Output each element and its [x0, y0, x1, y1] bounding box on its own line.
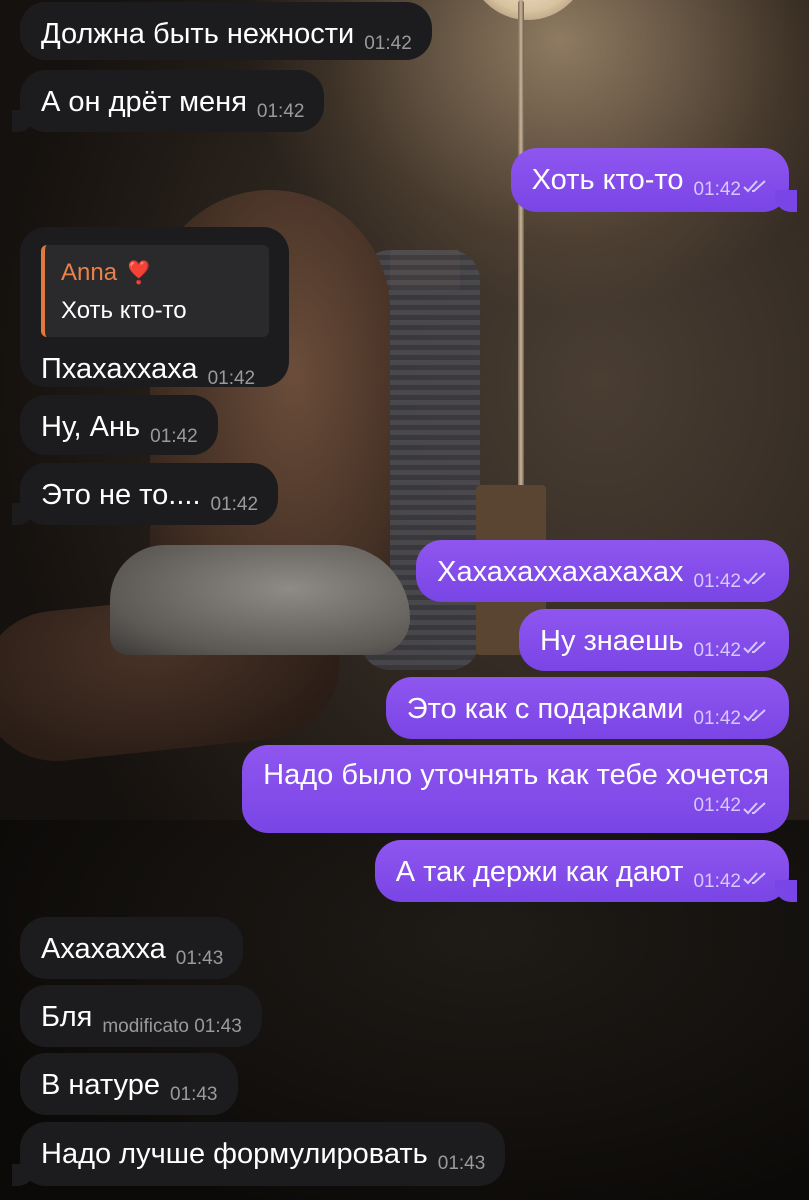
reply-author: Anna — [61, 259, 118, 286]
double-check-icon — [743, 801, 769, 815]
message-time: 01:42 — [693, 571, 741, 592]
message-time: 01:42 — [256, 101, 305, 122]
reply-quote[interactable]: Anna ❣️ Хоть кто-то — [41, 245, 269, 337]
lamp-light — [468, 0, 588, 20]
message-time: 01:42 — [693, 795, 741, 816]
message-outgoing[interactable]: А так держи как дают 01:42 — [374, 840, 798, 902]
message-time: 01:42 — [210, 494, 259, 515]
message-outgoing[interactable]: Надо было уточнять как тебе хочется 01:4… — [242, 745, 789, 833]
reply-text: Хоть кто-то — [61, 297, 187, 324]
message-time: 01:42 — [693, 708, 741, 729]
message-incoming[interactable]: Anna ❣️ Хоть кто-то Пхахаххаха 01:42 — [20, 227, 289, 389]
message-incoming[interactable]: Бля modificato 01:43 — [20, 985, 262, 1047]
message-meta: modificato 01:43 — [102, 1016, 241, 1037]
towel — [110, 545, 410, 655]
message-outgoing[interactable]: Хоть кто-то 01:42 — [510, 148, 798, 212]
message-text: Хоть кто-то — [531, 164, 684, 196]
message-incoming[interactable]: Должна быть нежности 01:42 — [20, 2, 432, 60]
message-time: 01:43 — [194, 1016, 242, 1037]
message-incoming[interactable]: Надо лучше формулировать 01:43 — [11, 1122, 506, 1186]
double-check-icon — [743, 179, 769, 193]
message-time: 01:42 — [150, 426, 198, 447]
message-text: Ну, Ань — [41, 411, 141, 443]
message-outgoing[interactable]: Хахахаххахахахах 01:42 — [416, 540, 789, 602]
message-outgoing[interactable]: Ну знаешь 01:42 — [519, 609, 789, 671]
message-text: Надо лучше формулировать — [41, 1138, 428, 1170]
heart-exclamation-icon: ❣️ — [125, 260, 153, 285]
message-text: Это как с подарками — [406, 693, 684, 725]
message-text: Пхахаххаха — [41, 353, 198, 385]
message-time: 01:42 — [693, 871, 741, 892]
message-text: А он дрёт меня — [41, 86, 247, 118]
message-incoming[interactable]: Ну, Ань 01:42 — [20, 395, 218, 455]
lamp-pole — [518, 0, 524, 520]
message-text: Должна быть нежности — [41, 18, 355, 50]
message-incoming[interactable]: Это не то.... 01:42 — [11, 463, 279, 525]
message-time: 01:42 — [364, 33, 412, 54]
double-check-icon — [743, 640, 769, 654]
message-text: Надо было уточнять как тебе хочется — [263, 759, 769, 791]
edited-label: modificato — [102, 1016, 189, 1037]
message-time: 01:42 — [207, 368, 256, 389]
message-time: 01:43 — [169, 1084, 218, 1105]
message-text: Это не то.... — [41, 479, 201, 511]
double-check-icon — [743, 571, 769, 585]
message-text: В натуре — [41, 1069, 160, 1101]
message-text: Бля — [41, 1001, 93, 1033]
message-meta: 01:42 — [263, 795, 769, 817]
message-time: 01:42 — [693, 179, 741, 200]
message-text: Ахахахха — [41, 933, 166, 965]
message-time: 01:42 — [693, 640, 741, 661]
message-time: 01:43 — [437, 1153, 486, 1174]
message-outgoing[interactable]: Это как с подарками 01:42 — [385, 677, 789, 739]
message-time: 01:43 — [175, 948, 224, 969]
message-incoming[interactable]: В натуре 01:43 — [20, 1053, 238, 1115]
message-incoming[interactable]: А он дрёт меня 01:42 — [11, 70, 325, 132]
double-check-icon — [743, 871, 769, 885]
message-text: А так держи как дают — [395, 856, 684, 888]
message-text: Ну знаешь — [540, 625, 684, 657]
message-incoming[interactable]: Ахахахха 01:43 — [20, 917, 244, 979]
message-text: Хахахаххахахахах — [437, 556, 684, 588]
double-check-icon — [743, 708, 769, 722]
